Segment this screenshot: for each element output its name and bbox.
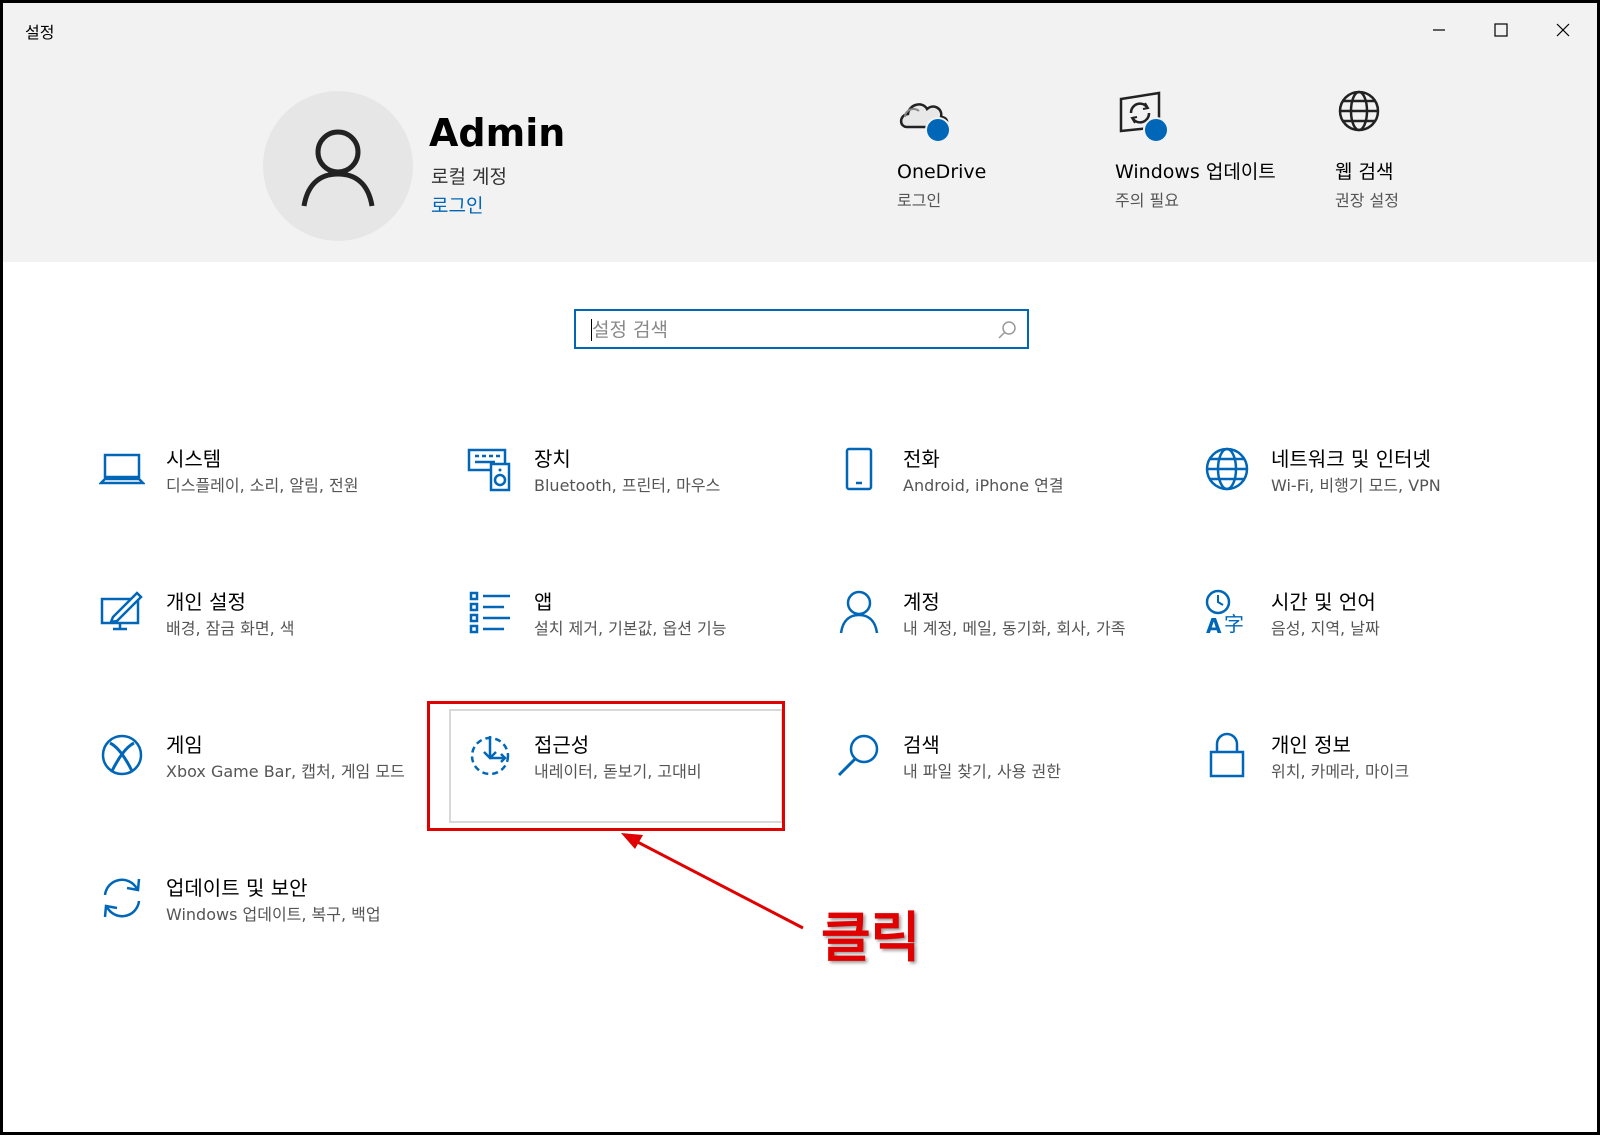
annotation-label: 클릭 — [821, 906, 921, 969]
annotation-arrow — [621, 833, 804, 930]
settings-window: 설정 Admin 로컬 계정 로그인 OneDrive 로그인 Windows … — [0, 0, 1600, 1135]
